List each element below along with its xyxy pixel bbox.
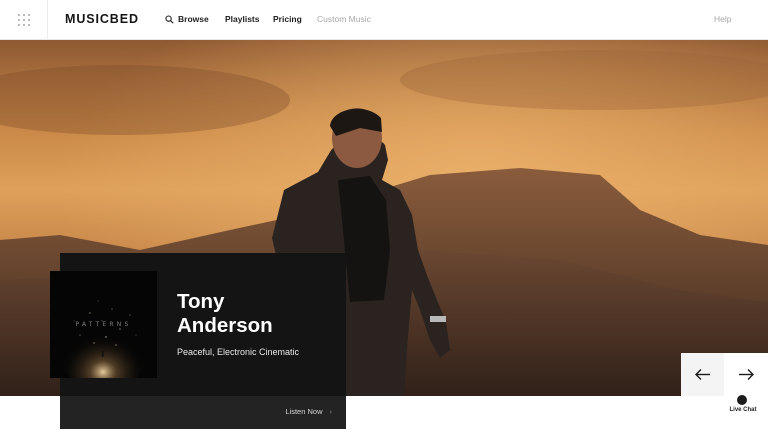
nav-custom-music[interactable]: Custom Music [317, 14, 371, 24]
carousel-next-button[interactable] [724, 353, 768, 396]
album-title: PATTERNS [75, 321, 132, 328]
artist-name[interactable]: Tony Anderson [177, 290, 337, 338]
nav-help[interactable]: Help [714, 14, 731, 24]
card-footer: Listen Now › [60, 396, 346, 429]
nav-pricing[interactable]: Pricing [273, 14, 302, 24]
listen-now-label: Listen Now [285, 407, 323, 416]
carousel-prev-button[interactable] [681, 353, 724, 396]
artist-last-name: Anderson [177, 314, 273, 337]
artist-first-name: Tony [177, 290, 225, 313]
menu-button[interactable] [0, 0, 48, 40]
nav-playlists[interactable]: Playlists [225, 14, 260, 24]
arrow-right-icon [739, 369, 754, 380]
grid-menu-icon [18, 14, 30, 26]
album-art[interactable]: PATTERNS [50, 271, 157, 378]
arrow-left-icon [695, 369, 710, 380]
nav-browse[interactable]: Browse [165, 14, 209, 24]
top-navigation: MUSICBED Browse Playlists Pricing Custom… [0, 0, 768, 40]
brand-logo[interactable]: MUSICBED [65, 12, 139, 26]
live-chat-label: Live Chat [729, 407, 757, 413]
chevron-right-icon: › [329, 407, 333, 416]
nav-browse-label: Browse [178, 14, 209, 24]
live-chat-button[interactable]: Live Chat [726, 395, 760, 417]
chat-bubble-icon [737, 395, 747, 405]
listen-now-link[interactable]: Listen Now › [285, 407, 332, 416]
search-icon [165, 15, 174, 24]
artist-tags: Peaceful, Electronic Cinematic [177, 347, 300, 357]
